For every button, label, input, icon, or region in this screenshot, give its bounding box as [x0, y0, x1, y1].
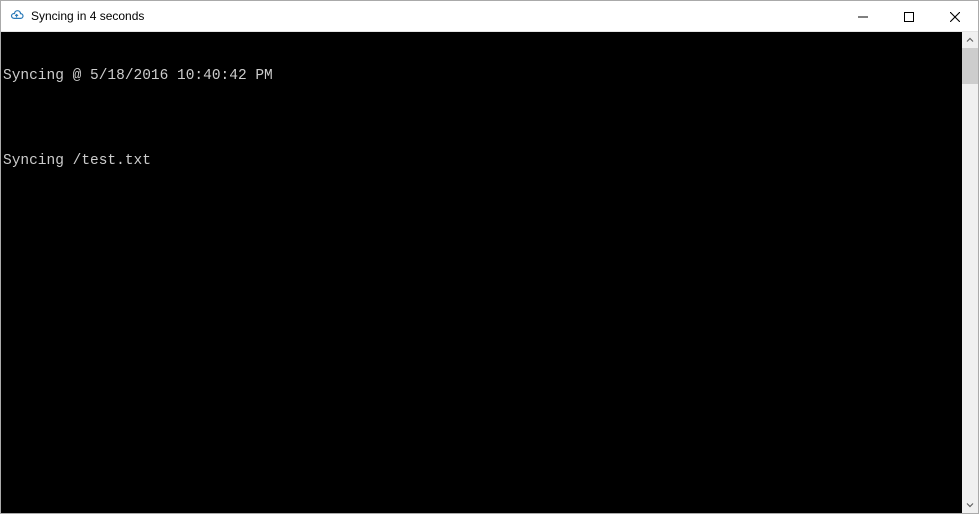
close-button[interactable] [932, 1, 978, 32]
scroll-down-button[interactable] [962, 497, 978, 513]
console-line: Syncing /test.txt [1, 153, 962, 170]
scrollbar-track[interactable] [962, 48, 978, 497]
scroll-up-button[interactable] [962, 32, 978, 48]
console-output: Syncing @ 5/18/2016 10:40:42 PM Syncing … [1, 32, 962, 513]
maximize-button[interactable] [886, 1, 932, 32]
vertical-scrollbar[interactable] [962, 32, 978, 513]
window-controls [840, 1, 978, 31]
titlebar: Syncing in 4 seconds [1, 1, 978, 32]
minimize-button[interactable] [840, 1, 886, 32]
scrollbar-thumb[interactable] [962, 48, 978, 84]
cloud-sync-icon [9, 8, 25, 24]
console-line: Syncing @ 5/18/2016 10:40:42 PM [1, 68, 962, 85]
window-title: Syncing in 4 seconds [31, 9, 840, 23]
content-area: Syncing @ 5/18/2016 10:40:42 PM Syncing … [1, 32, 978, 513]
